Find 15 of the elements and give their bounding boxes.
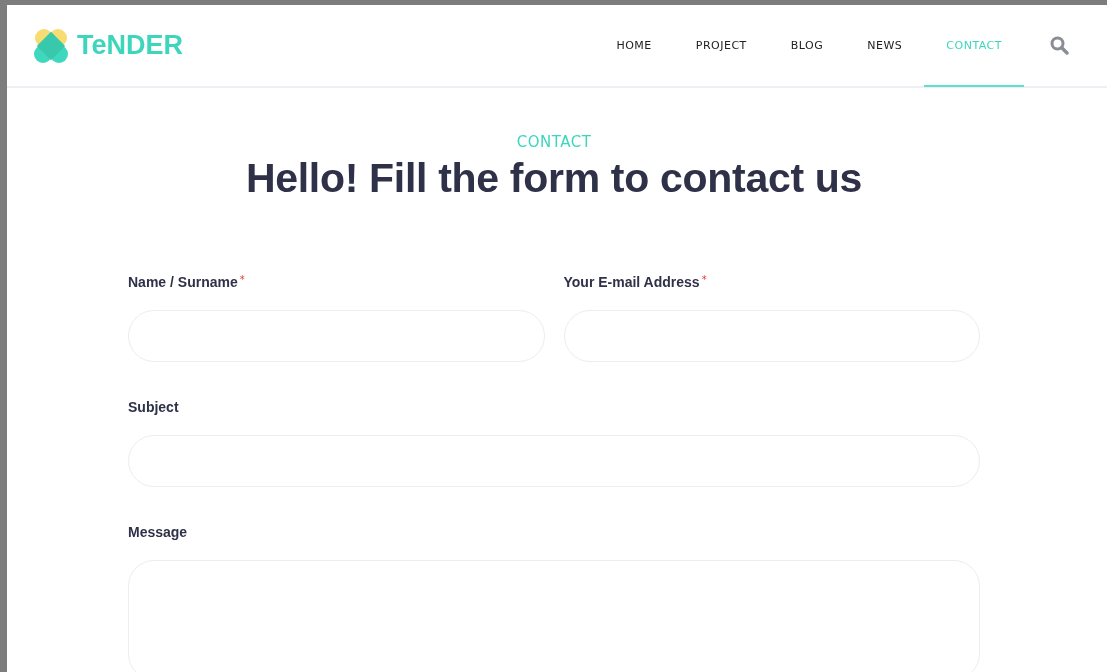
logo-icon: [33, 27, 69, 64]
page-heading: Hello! Fill the form to contact us: [244, 155, 864, 202]
nav-link[interactable]: NEWS: [845, 6, 925, 87]
nav-link[interactable]: HOME: [594, 6, 674, 87]
nav-link[interactable]: BLOG: [768, 6, 846, 87]
field-label: Message: [128, 524, 188, 540]
field-label: Name / Surname: [128, 274, 238, 290]
nav-link[interactable]: PROJECT: [673, 6, 769, 87]
search-icon[interactable]: [1050, 36, 1069, 55]
section-label: CONTACT: [515, 133, 593, 151]
field-label: Your E-mail Address: [563, 274, 700, 290]
field-label: Subject: [128, 399, 179, 415]
required-mark: *: [701, 274, 707, 285]
brand-name: TeNDER: [77, 30, 183, 61]
required-mark: *: [239, 274, 245, 285]
